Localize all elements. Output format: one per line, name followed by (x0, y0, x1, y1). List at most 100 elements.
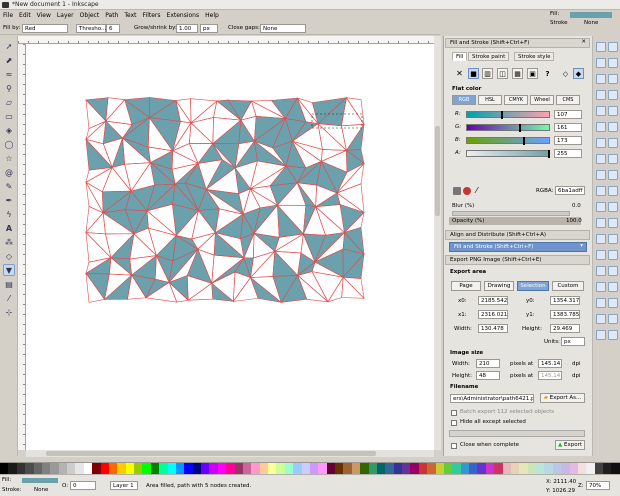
export-area-selection-button[interactable]: Selection (517, 281, 549, 291)
tab-stroke-style[interactable]: Stroke style (514, 52, 555, 61)
import-icon[interactable] (596, 106, 606, 116)
filled-triangle[interactable] (277, 204, 304, 238)
mode-cms[interactable]: CMS (556, 95, 580, 105)
opacity-value[interactable]: 100.0 (566, 218, 582, 224)
image-height-input[interactable]: 48 (476, 371, 500, 380)
rgba-input[interactable]: 6ba1adff (555, 186, 585, 195)
triangle-outline[interactable] (171, 143, 199, 165)
export-button[interactable]: ▲ Export (555, 440, 585, 450)
ungroup-icon[interactable] (608, 282, 618, 292)
menu-object[interactable]: Object (77, 10, 103, 21)
grow-unit-select[interactable]: px (200, 24, 218, 33)
channel-b-input[interactable]: 173 (554, 136, 582, 145)
snap-intersections-icon[interactable] (608, 154, 618, 164)
menu-filters[interactable]: Filters (140, 10, 164, 21)
unlink-clone-icon[interactable] (608, 266, 618, 276)
filled-triangle[interactable] (85, 97, 109, 122)
undo-icon[interactable] (596, 138, 606, 148)
status-opacity-input[interactable]: 0 (70, 481, 96, 490)
channel-a-slider[interactable] (466, 150, 550, 158)
close-icon[interactable]: ✕ (581, 39, 586, 45)
ellipse-tool-icon[interactable]: ◯ (3, 138, 15, 150)
triangle-outline[interactable] (85, 166, 113, 193)
radial-gradient-button[interactable]: ◫ (497, 68, 508, 79)
linear-gradient-button[interactable]: ▥ (482, 68, 493, 79)
filled-triangle[interactable] (238, 119, 255, 145)
zoom-input[interactable]: 70% (586, 481, 610, 490)
vertical-scrollbar[interactable] (434, 36, 441, 450)
fill-by-select[interactable]: Red (22, 24, 68, 33)
layer-select[interactable]: Layer 1 (110, 481, 138, 490)
clone-icon[interactable] (596, 266, 606, 276)
filled-triangle[interactable] (211, 282, 235, 302)
save-icon[interactable] (596, 74, 606, 84)
fill-stroke-icon[interactable] (596, 298, 606, 308)
tab-stroke-paint[interactable]: Stroke paint (468, 52, 510, 61)
units-select[interactable]: px (561, 337, 585, 346)
paint-bucket-tool-icon[interactable]: ▼ (3, 264, 15, 276)
selector-tool-icon[interactable]: ➚ (3, 40, 15, 52)
channel-a-thumb[interactable] (548, 150, 550, 158)
grow-input[interactable]: 1.00 (176, 24, 198, 33)
fill-rule-nonzero-icon[interactable]: ◆ (573, 68, 584, 79)
triangle-outline[interactable] (311, 271, 344, 303)
duplicate-icon[interactable] (596, 250, 606, 260)
measure-tool-icon[interactable]: ▱ (3, 96, 15, 108)
channel-g-thumb[interactable] (519, 124, 521, 132)
redo-icon[interactable] (596, 154, 606, 164)
snap-bbox-icon[interactable] (608, 58, 618, 68)
image-width-input[interactable]: 210 (476, 359, 500, 368)
mode-cmyk[interactable]: CMYK (504, 95, 528, 105)
xml-editor-icon[interactable] (608, 314, 618, 324)
triangle-outline[interactable] (188, 122, 214, 144)
mode-rgb[interactable]: RGB (452, 95, 476, 105)
menu-edit[interactable]: Edit (16, 10, 34, 21)
calligraphy-tool-icon[interactable]: ϟ (3, 208, 15, 220)
menu-path[interactable]: Path (102, 10, 121, 21)
align-icon[interactable] (596, 330, 606, 340)
eraser-tool-icon[interactable]: ◇ (3, 250, 15, 262)
fill-swatch[interactable] (570, 12, 612, 18)
gradient-tool-icon[interactable]: ▤ (3, 278, 15, 290)
triangle-outline[interactable] (85, 231, 112, 263)
preferences-icon[interactable] (608, 330, 618, 340)
fill-stroke-panel-header[interactable]: Fill and Stroke (Shift+Ctrl+F) ✕ (445, 38, 590, 48)
channel-r-thumb[interactable] (501, 111, 503, 119)
snap-rotation-icon[interactable] (608, 202, 618, 212)
filled-triangle[interactable] (212, 119, 242, 145)
blur-slider[interactable] (452, 211, 570, 216)
channel-b-thumb[interactable] (523, 137, 525, 145)
color-picker-icon[interactable]: ⁄ (476, 186, 477, 195)
no-paint-icon[interactable]: ✕ (454, 68, 465, 79)
layers-icon[interactable] (596, 314, 606, 324)
channel-r-input[interactable]: 107 (554, 110, 582, 119)
pencil-tool-icon[interactable]: ✎ (3, 180, 15, 192)
triangle-outline[interactable] (85, 205, 104, 234)
export-panel-header[interactable]: Export PNG Image (Shift+Ctrl+E) (445, 255, 590, 265)
filled-triangle[interactable] (85, 138, 113, 171)
mode-hsl[interactable]: HSL (478, 95, 502, 105)
triangle-outline[interactable] (111, 163, 132, 192)
rect-tool-icon[interactable]: ▭ (3, 110, 15, 122)
zoom-page-icon[interactable] (596, 234, 606, 244)
zoom-selection-icon[interactable] (596, 202, 606, 212)
group-icon[interactable] (596, 282, 606, 292)
3dbox-tool-icon[interactable]: ◈ (3, 124, 15, 136)
pattern-button[interactable]: ▦ (512, 68, 523, 79)
filled-triangle[interactable] (297, 182, 317, 208)
snap-center-icon[interactable] (608, 186, 618, 196)
triangle-outline[interactable] (314, 205, 346, 236)
fill-rule-evenodd-icon[interactable]: ◇ (560, 68, 571, 79)
open-icon[interactable] (596, 58, 606, 68)
batch-export-checkbox[interactable] (451, 410, 457, 416)
filled-triangle[interactable] (85, 273, 110, 301)
menu-layer[interactable]: Layer (54, 10, 77, 21)
dropper-tool-icon[interactable]: ⁄ (3, 292, 15, 304)
dpi-height-input[interactable]: 145.14 (538, 371, 562, 380)
threshold-input[interactable]: 6 (106, 24, 120, 33)
export-area-custom-button[interactable]: Custom (552, 281, 584, 291)
x1-input[interactable]: 2316.021 (478, 310, 508, 319)
snap-midpoints-icon[interactable] (608, 106, 618, 116)
text-font-icon[interactable] (608, 298, 618, 308)
snap-toggle-icon[interactable] (608, 42, 618, 52)
